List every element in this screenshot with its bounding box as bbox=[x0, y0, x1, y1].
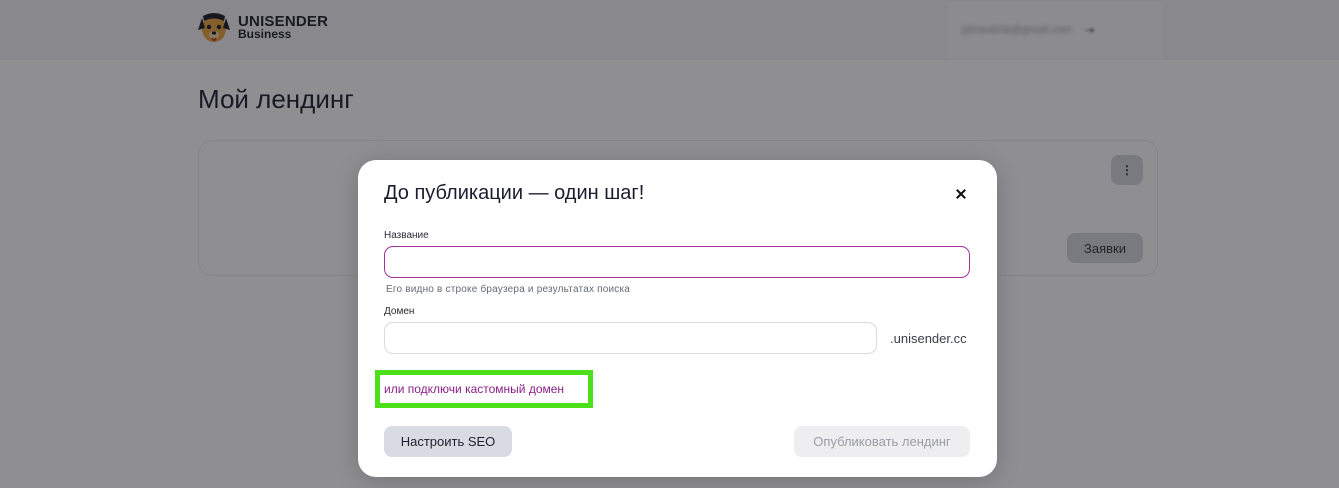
close-icon[interactable] bbox=[951, 184, 971, 204]
publish-modal: До публикации — один шаг! Название Его в… bbox=[358, 160, 997, 477]
custom-domain-highlight: или подключи кастомный домен bbox=[375, 370, 593, 408]
publish-button[interactable]: Опубликовать лендинг bbox=[794, 426, 970, 457]
modal-title: До публикации — один шаг! bbox=[384, 182, 645, 204]
custom-domain-link[interactable]: или подключи кастомный домен bbox=[384, 382, 564, 396]
name-label: Название bbox=[384, 230, 429, 241]
domain-input[interactable] bbox=[384, 322, 877, 354]
name-input[interactable] bbox=[384, 246, 970, 278]
domain-suffix: .unisender.cc bbox=[890, 331, 967, 346]
domain-label: Домен bbox=[384, 306, 415, 317]
seo-settings-button[interactable]: Настроить SEO bbox=[384, 426, 512, 457]
name-hint: Его видно в строке браузера и результата… bbox=[386, 284, 631, 295]
